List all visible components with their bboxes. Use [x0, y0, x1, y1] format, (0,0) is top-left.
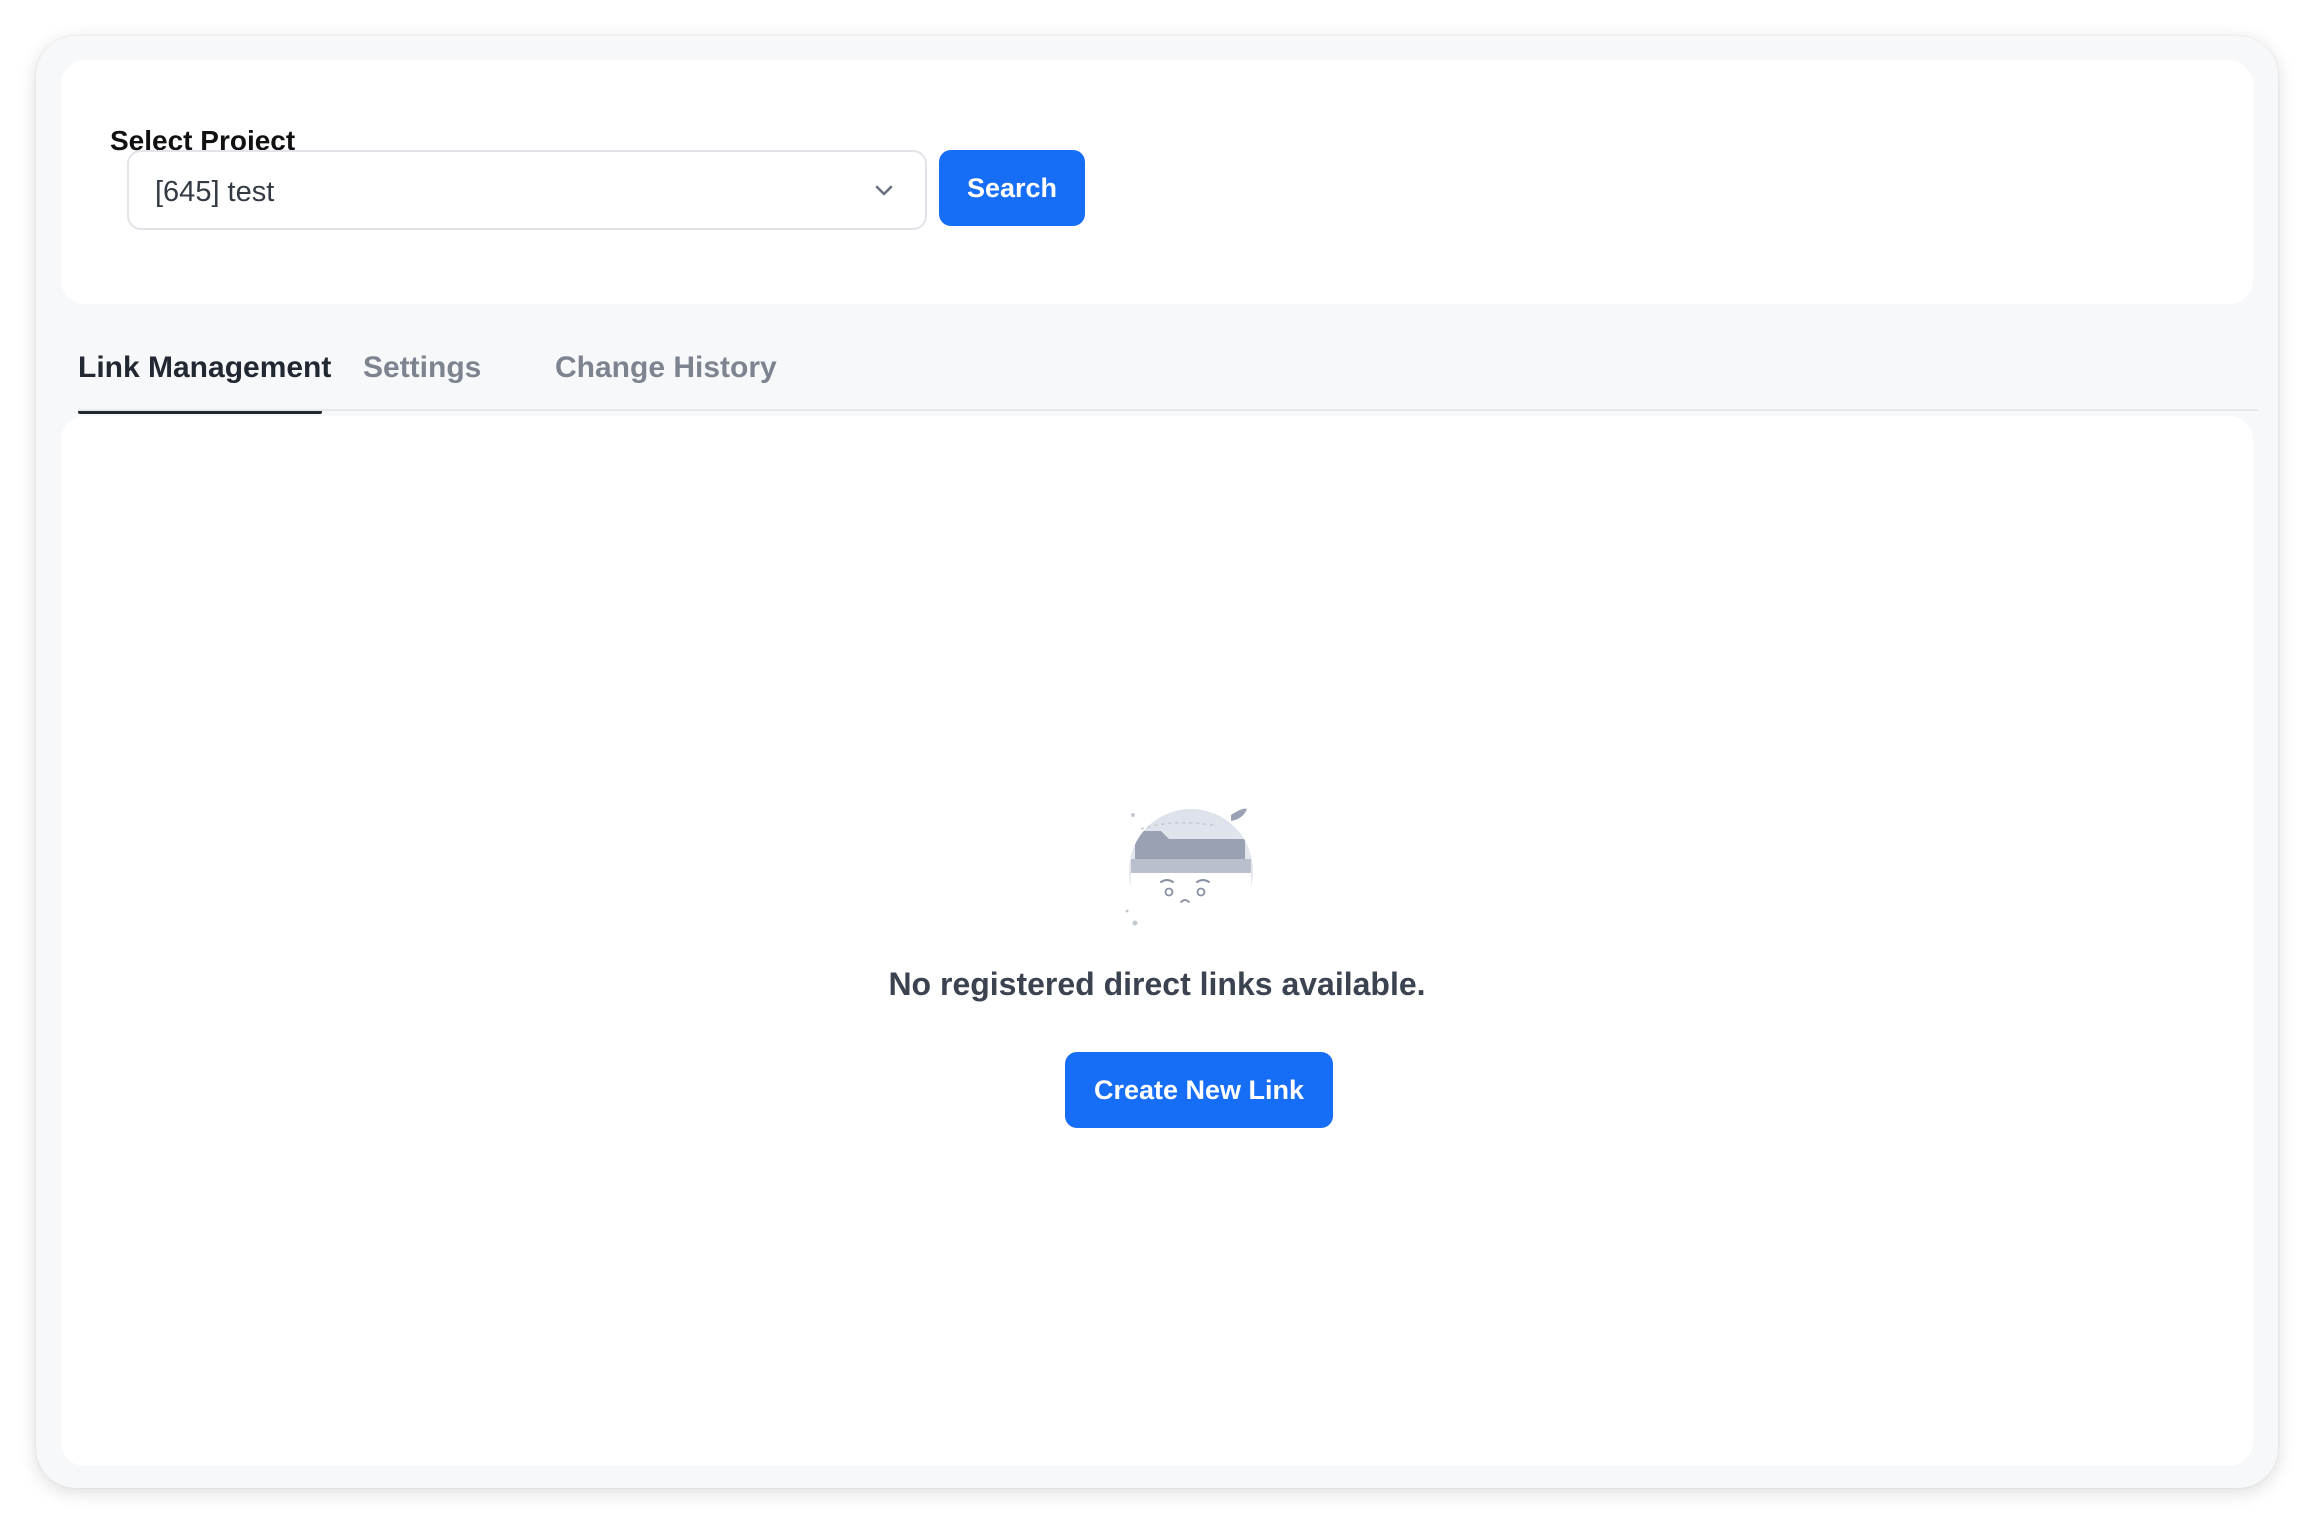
tab-link-management[interactable]: Link Management: [78, 350, 331, 386]
create-new-link-button[interactable]: Create New Link: [1065, 1052, 1333, 1128]
project-selector-panel: Select Project [645] test Search: [61, 60, 2253, 304]
search-button[interactable]: Search: [939, 150, 1085, 226]
project-select[interactable]: [645] test: [127, 150, 927, 230]
tab-change-history[interactable]: Change History: [555, 350, 777, 386]
tab-bar: Link Management Settings Change History: [78, 304, 2278, 414]
app-window: Select Project [645] test Search Link Ma…: [36, 36, 2278, 1488]
chevron-down-icon: [875, 185, 893, 196]
empty-folder-icon: [1125, 808, 1253, 933]
empty-state-message: No registered direct links available.: [888, 966, 1426, 1002]
tab-divider: [78, 409, 2258, 411]
project-select-value: [645] test: [155, 176, 275, 208]
link-management-panel: No registered direct links available. Cr…: [61, 416, 2253, 1466]
tab-settings[interactable]: Settings: [363, 350, 481, 386]
